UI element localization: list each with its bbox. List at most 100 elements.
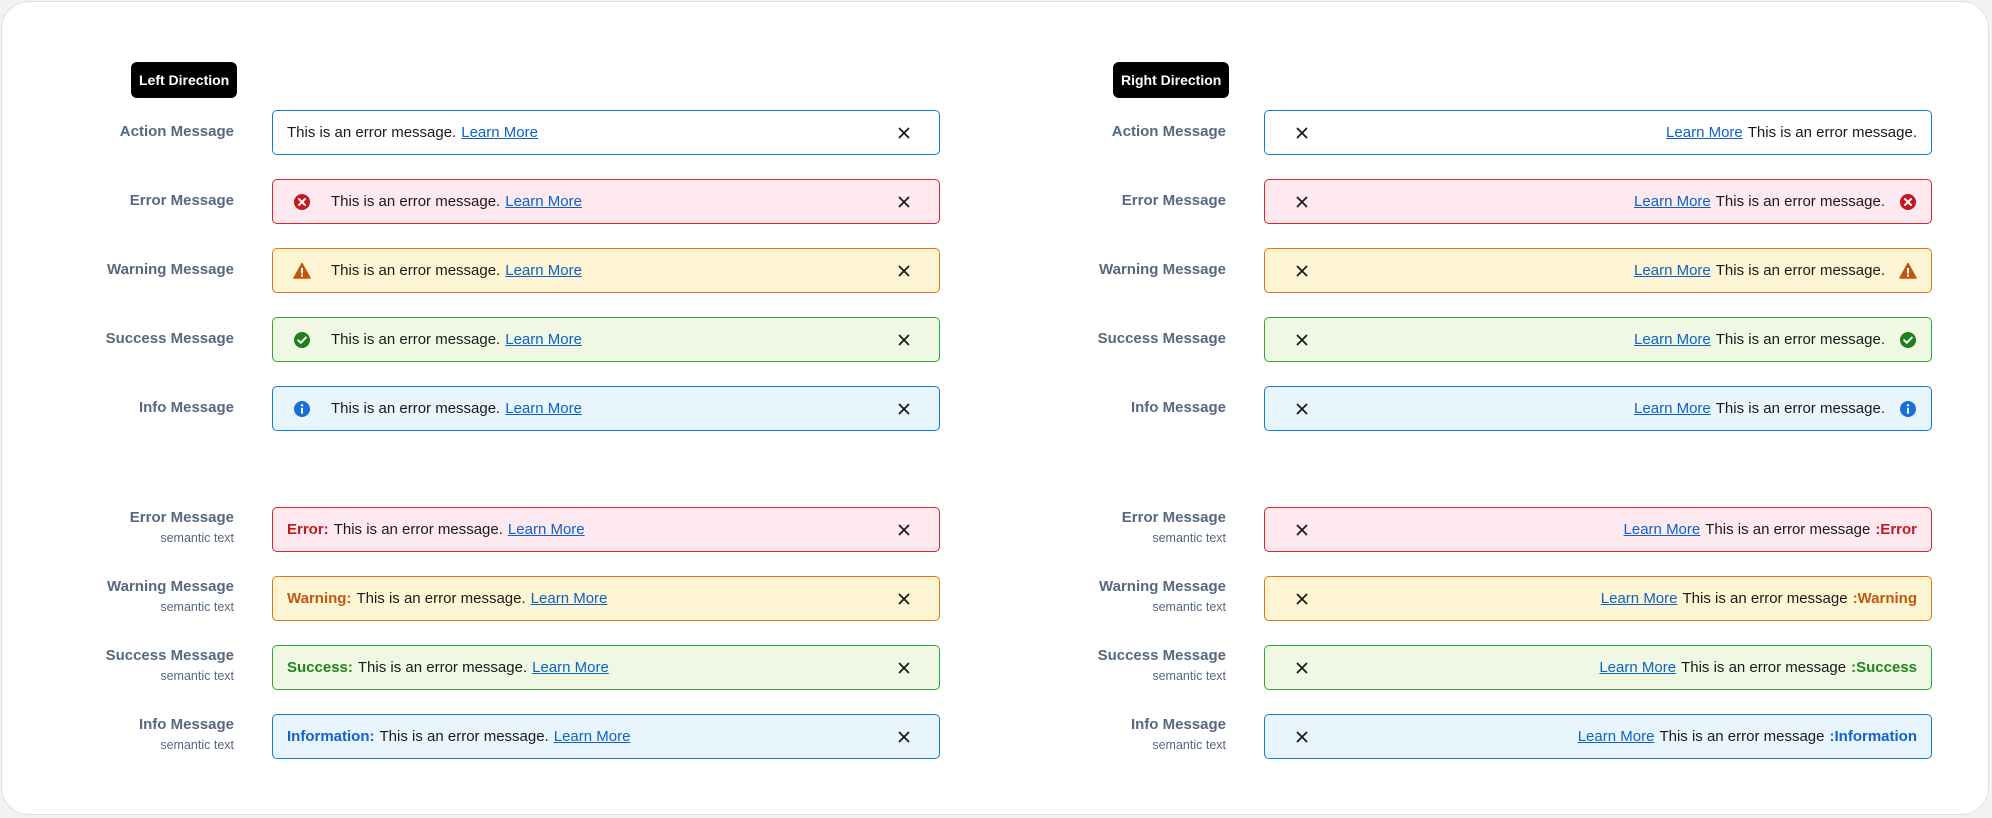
message-text: This is an error message.	[356, 590, 526, 607]
learn-more-link[interactable]: Learn More	[1634, 400, 1711, 417]
warning-triangle-icon	[293, 262, 311, 280]
row-label: Info Message semantic text	[1130, 716, 1226, 752]
right-direction-badge: Right Direction	[1113, 62, 1230, 98]
row-label: Error Message	[129, 192, 234, 209]
close-icon[interactable]	[895, 193, 913, 211]
success-check-icon	[293, 331, 311, 349]
message-text: This is an error message.	[287, 124, 457, 141]
semantic-prefix: Warning:	[287, 590, 352, 607]
error-message-banner: This is an error message. Learn More	[272, 179, 940, 224]
error-semantic-banner: Learn More This is an error message:Error	[1264, 507, 1932, 552]
close-icon[interactable]	[895, 124, 913, 142]
message-text: This is an error message.	[1715, 262, 1885, 279]
message-content: Learn More This is an error message.	[1311, 124, 1917, 141]
close-icon[interactable]	[895, 659, 913, 677]
warning-message-banner: Learn More This is an error message.	[1264, 248, 1932, 293]
message-content: Learn More This is an error message:Warni…	[1311, 590, 1917, 607]
row-label: Success Message semantic text	[105, 647, 234, 683]
learn-more-link[interactable]: Learn More	[1601, 590, 1678, 607]
message-content: This is an error message. Learn More	[331, 400, 895, 417]
learn-more-link[interactable]: Learn More	[1666, 124, 1743, 141]
semantic-suffix: :Information	[1829, 728, 1918, 745]
learn-more-link[interactable]: Learn More	[461, 124, 538, 141]
semantic-suffix: :Success	[1851, 659, 1917, 676]
row-label: Info Message	[1130, 399, 1226, 416]
learn-more-link[interactable]: Learn More	[1634, 193, 1711, 210]
close-icon[interactable]	[895, 331, 913, 349]
close-icon[interactable]	[895, 590, 913, 608]
message-content: Learn More This is an error message.	[1311, 193, 1885, 210]
warning-triangle-icon	[1899, 262, 1917, 280]
learn-more-link[interactable]: Learn More	[532, 659, 609, 676]
row-label: Info Message	[138, 399, 234, 416]
close-icon[interactable]	[895, 521, 913, 539]
message-text: This is an error message.	[357, 659, 528, 676]
success-semantic-banner: Success: This is an error message. Learn M…	[272, 645, 940, 690]
message-text: This is an error message.	[1715, 193, 1885, 210]
close-icon[interactable]	[1293, 659, 1311, 677]
left-direction-badge: Left Direction	[131, 62, 238, 98]
message-text: This is an error message	[1659, 728, 1825, 745]
learn-more-link[interactable]: Learn More	[1634, 262, 1711, 279]
message-content: Learn More This is an error message.	[1311, 262, 1885, 279]
learn-more-link[interactable]: Learn More	[505, 331, 582, 348]
row-label: Warning Message semantic text	[107, 578, 234, 614]
close-icon[interactable]	[1293, 262, 1311, 280]
close-icon[interactable]	[895, 400, 913, 418]
learn-more-link[interactable]: Learn More	[508, 521, 585, 538]
info-semantic-banner: Information: This is an error message. Lea…	[272, 714, 940, 759]
close-icon[interactable]	[1293, 590, 1311, 608]
close-icon[interactable]	[1293, 193, 1311, 211]
learn-more-link[interactable]: Learn More	[554, 728, 631, 745]
semantic-prefix: Success:	[287, 659, 353, 676]
message-content: Warning: This is an error message. Learn M…	[287, 590, 895, 607]
message-text: This is an error message	[1682, 590, 1848, 607]
close-icon[interactable]	[1293, 400, 1311, 418]
semantic-prefix: Error:	[287, 521, 329, 538]
row-label: Success Message	[105, 330, 234, 347]
close-icon[interactable]	[1293, 521, 1311, 539]
learn-more-link[interactable]: Learn More	[505, 262, 582, 279]
row-label: Success Message	[1097, 330, 1226, 347]
close-icon[interactable]	[895, 728, 913, 746]
error-message-banner: Learn More This is an error message.	[1264, 179, 1932, 224]
warning-semantic-banner: Learn More This is an error message:Warni…	[1264, 576, 1932, 621]
row-label: Error Message semantic text	[1121, 509, 1226, 545]
learn-more-link[interactable]: Learn More	[505, 193, 582, 210]
message-content: Information: This is an error message. Lea…	[287, 728, 895, 745]
close-icon[interactable]	[895, 262, 913, 280]
semantic-suffix: :Warning	[1852, 590, 1917, 607]
row-label: Warning Message semantic text	[1099, 578, 1226, 614]
info-circle-icon	[1899, 400, 1917, 418]
row-label: Warning Message	[1099, 261, 1226, 278]
learn-more-link[interactable]: Learn More	[505, 400, 582, 417]
success-message-banner: This is an error message. Learn More	[272, 317, 940, 362]
error-circle-icon	[1899, 193, 1917, 211]
close-icon[interactable]	[1293, 124, 1311, 142]
warning-message-banner: This is an error message. Learn More	[272, 248, 940, 293]
row-label: Info Message semantic text	[138, 716, 234, 752]
close-icon[interactable]	[1293, 331, 1311, 349]
learn-more-link[interactable]: Learn More	[1634, 331, 1711, 348]
message-content: This is an error message. Learn More	[287, 124, 895, 141]
semantic-suffix: :Error	[1875, 521, 1917, 538]
learn-more-link[interactable]: Learn More	[1578, 728, 1655, 745]
message-text: This is an error message.	[331, 331, 501, 348]
message-text: This is an error message.	[1715, 331, 1885, 348]
message-content: Success: This is an error message. Learn M…	[287, 659, 895, 676]
info-message-banner: This is an error message. Learn More	[272, 386, 940, 431]
row-label: Action Message	[119, 123, 234, 140]
semantic-prefix: Information:	[287, 728, 375, 745]
message-content: This is an error message. Learn More	[331, 262, 895, 279]
warning-semantic-banner: Warning: This is an error message. Learn M…	[272, 576, 940, 621]
message-text: This is an error message	[1705, 521, 1871, 538]
info-semantic-banner: Learn More This is an error message:Infor…	[1264, 714, 1932, 759]
row-label: Error Message semantic text	[129, 509, 234, 545]
learn-more-link[interactable]: Learn More	[1624, 521, 1701, 538]
message-content: Error: This is an error message. Learn Mor…	[287, 521, 895, 538]
message-text: This is an error message.	[331, 400, 501, 417]
close-icon[interactable]	[1293, 728, 1311, 746]
message-content: This is an error message. Learn More	[331, 193, 895, 210]
learn-more-link[interactable]: Learn More	[1599, 659, 1676, 676]
learn-more-link[interactable]: Learn More	[531, 590, 608, 607]
